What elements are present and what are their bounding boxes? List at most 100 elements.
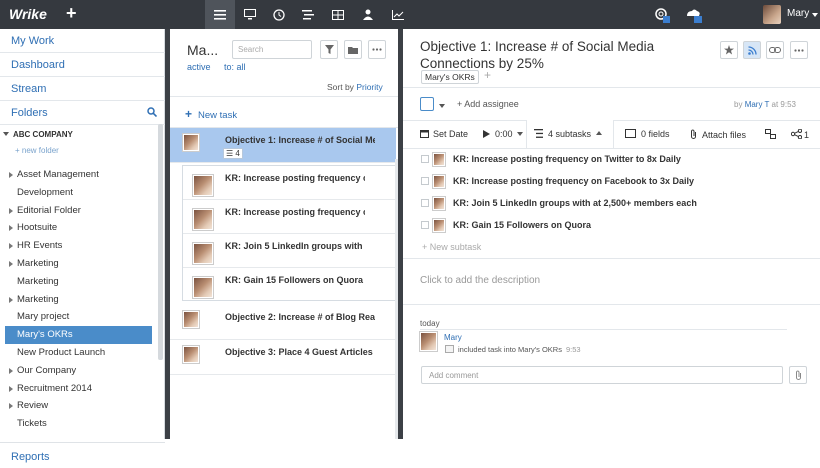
folder-button[interactable]	[344, 40, 362, 59]
folder-item[interactable]: HR Events	[5, 237, 152, 255]
filter-status[interactable]: active	[187, 62, 211, 72]
task-status-checkbox[interactable]	[420, 97, 434, 111]
folder-item[interactable]: New Product Launch	[5, 344, 152, 362]
author-name[interactable]: Mary T	[745, 100, 770, 109]
more-icon	[372, 48, 382, 51]
inbox-cloud-icon[interactable]	[678, 0, 708, 29]
avatar	[183, 134, 199, 151]
company-folder[interactable]: ABC COMPANY	[3, 130, 73, 139]
add-comment-input[interactable]: Add comment	[421, 366, 783, 384]
task-title[interactable]: Objective 1: Increase # of Social Media …	[420, 38, 690, 72]
scrollbar[interactable]	[158, 124, 163, 360]
subtasks-tab[interactable]: 4 subtasks	[534, 129, 603, 139]
search-input[interactable]: Search	[232, 40, 312, 59]
subtask-count-badge[interactable]: ☰ 4	[223, 148, 243, 159]
folder-item[interactable]: Review	[5, 397, 152, 415]
subtask-title[interactable]: KR: Join 5 LinkedIn groups with at 2,500…	[453, 198, 697, 208]
more-button[interactable]	[790, 41, 808, 59]
chevron-down-icon[interactable]	[812, 13, 818, 17]
folder-item[interactable]: Mary's OKRs	[5, 326, 152, 345]
fields-button[interactable]: 0 fields	[625, 129, 670, 139]
divider	[0, 124, 165, 125]
folder-item[interactable]: Development	[5, 184, 152, 202]
table-icon[interactable]	[323, 0, 353, 29]
subtask-row[interactable]: KR: Join 5 LinkedIn groups with at 2,500…	[183, 234, 395, 268]
monitor-icon[interactable]	[235, 0, 265, 29]
subtask-checkbox[interactable]	[421, 199, 429, 207]
subtask-title[interactable]: KR: Gain 15 Followers on Quora	[453, 220, 591, 230]
set-date-button[interactable]: Set Date	[420, 129, 468, 139]
attach-files-button[interactable]: Attach files	[690, 129, 746, 140]
subtask-checkbox[interactable]	[421, 155, 429, 163]
new-folder-link[interactable]: + new folder	[15, 146, 59, 155]
subtask-row[interactable]: KR: Increase posting frequency on Facebo…	[403, 171, 820, 193]
avatar	[433, 219, 445, 232]
task-row[interactable]: Objective 1: Increase # of Social Media …	[170, 128, 396, 163]
folder-item[interactable]: Hootsuite	[5, 219, 152, 237]
new-task-button[interactable]: + New task	[185, 107, 237, 121]
task-row[interactable]: Objective 2: Increase # of Blog Readers	[170, 305, 396, 340]
more-button[interactable]	[368, 40, 386, 59]
chart-icon[interactable]	[383, 0, 413, 29]
description-field[interactable]: Click to add the description	[420, 275, 540, 286]
menu-icon[interactable]	[205, 0, 235, 29]
task-row[interactable]: Objective 3: Place 4 Guest Articles	[170, 340, 396, 375]
sort-by[interactable]: Sort by Priority	[327, 82, 383, 92]
divider	[0, 52, 165, 53]
at-mention-icon[interactable]	[647, 0, 677, 29]
reports-link[interactable]: Reports	[0, 442, 165, 468]
folder-item[interactable]: Mary project	[5, 308, 152, 326]
nav-dashboard[interactable]: Dashboard	[11, 59, 65, 71]
link-icon	[769, 47, 781, 53]
subtask-checkbox[interactable]	[421, 177, 429, 185]
user-avatar[interactable]	[763, 5, 781, 24]
nav-my-work[interactable]: My Work	[11, 35, 54, 47]
add-tag-button[interactable]: +	[484, 68, 491, 82]
dependencies-button[interactable]	[765, 129, 776, 141]
rss-button[interactable]	[743, 41, 761, 59]
folder-item[interactable]: Marketing	[5, 255, 152, 273]
subtask-title[interactable]: KR: Increase posting frequency on Facebo…	[453, 176, 694, 186]
nav-stream[interactable]: Stream	[11, 83, 46, 95]
clock-icon[interactable]	[264, 0, 294, 29]
link-button[interactable]	[766, 41, 784, 59]
folder-item[interactable]: Tickets	[5, 415, 152, 433]
add-assignee-button[interactable]: + Add assignee	[457, 99, 519, 109]
folder-item[interactable]: Asset Management	[5, 166, 152, 184]
folder-item[interactable]: Recruitment 2014	[5, 380, 152, 398]
filter-assignee[interactable]: to: all	[224, 62, 246, 72]
search-placeholder: Search	[238, 45, 264, 54]
star-button[interactable]	[720, 41, 738, 59]
list-icon[interactable]	[293, 0, 323, 29]
create-plus-button[interactable]: +	[66, 3, 77, 24]
subtask-row[interactable]: KR: Join 5 LinkedIn groups with at 2,500…	[403, 193, 820, 215]
subtask-row[interactable]: KR: Increase posting frequency on Twitte…	[183, 166, 395, 200]
subtask-row[interactable]: KR: Increase posting frequency on Facebo…	[183, 200, 395, 234]
scrollbar[interactable]	[395, 159, 398, 439]
subtask-count: 4	[235, 149, 240, 158]
subtask-row[interactable]: KR: Gain 15 Followers on Quora	[183, 268, 395, 302]
user-name[interactable]: Mary	[787, 8, 809, 19]
person-icon[interactable]	[353, 0, 383, 29]
new-subtask-button[interactable]: + New subtask	[422, 242, 481, 252]
wrike-logo[interactable]: Wrike	[9, 6, 47, 22]
folder-item[interactable]: Our Company	[5, 362, 152, 380]
folder-item[interactable]: Editorial Folder	[5, 202, 152, 220]
subtask-row[interactable]: KR: Gain 15 Followers on Quora	[403, 215, 820, 237]
new-subtask-label: New subtask	[429, 242, 482, 252]
search-icon[interactable]	[147, 107, 158, 120]
timer-button[interactable]: 0:00	[483, 129, 523, 139]
subtask-checkbox[interactable]	[421, 221, 429, 229]
folder-item[interactable]: Marketing	[5, 273, 152, 291]
chevron-down-icon[interactable]	[439, 104, 445, 108]
nav-folders[interactable]: Folders	[11, 107, 48, 119]
subtask-row[interactable]: KR: Increase posting frequency on Twitte…	[403, 149, 820, 171]
filter-button[interactable]	[320, 40, 338, 59]
attach-comment-button[interactable]	[789, 366, 807, 384]
subtask-title[interactable]: KR: Increase posting frequency on Twitte…	[453, 154, 681, 164]
set-date-label: Set Date	[433, 129, 469, 139]
share-button[interactable]: 1	[790, 128, 809, 140]
folder-tag[interactable]: Mary's OKRs	[421, 70, 479, 84]
stream-author[interactable]: Mary	[444, 333, 462, 342]
folder-item[interactable]: Marketing	[5, 291, 152, 309]
